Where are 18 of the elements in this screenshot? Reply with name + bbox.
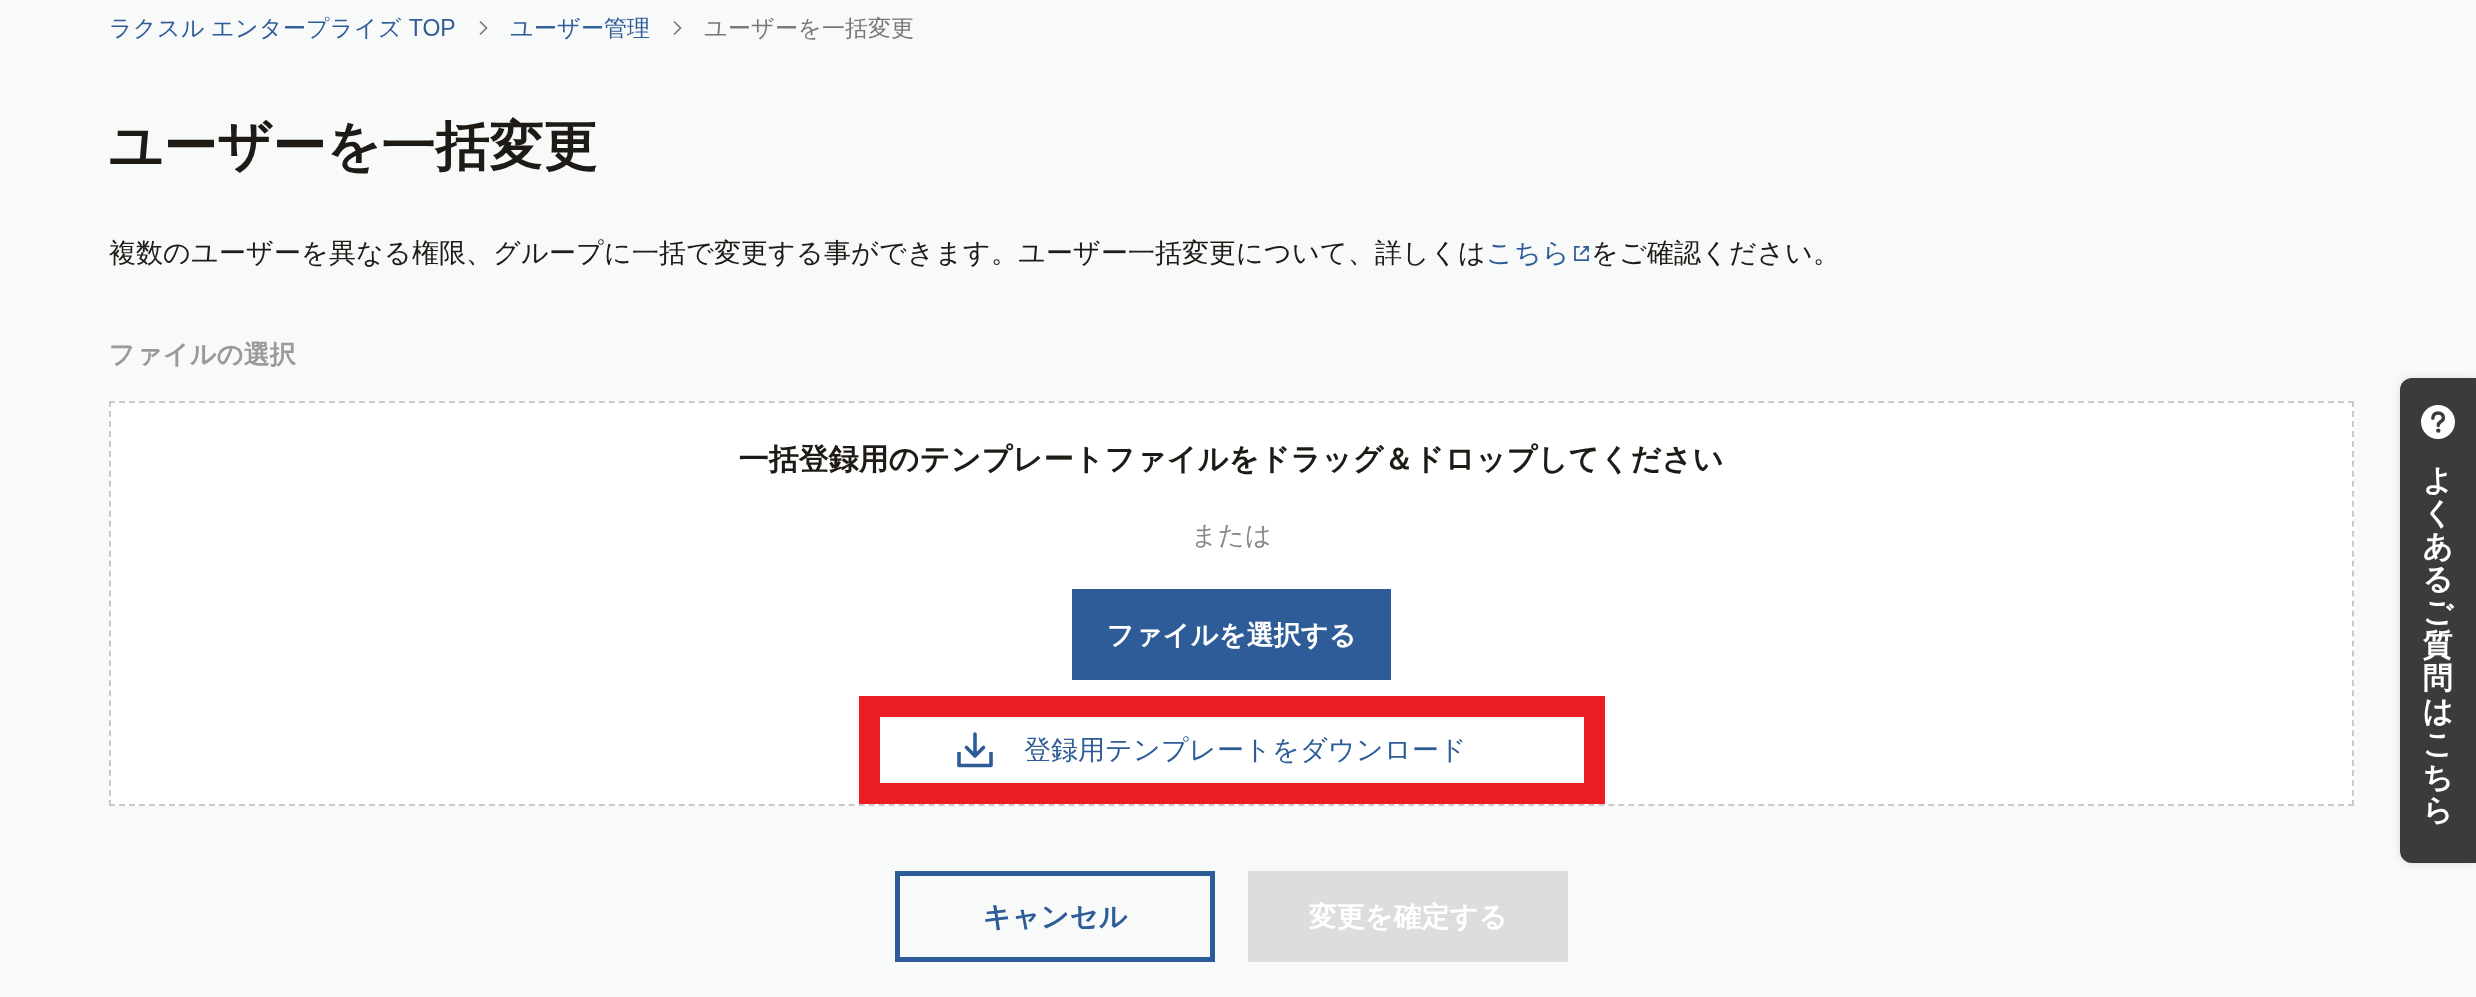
separator-text: または [1191,519,1272,552]
chevron-right-icon [477,20,488,36]
select-file-button[interactable]: ファイルを選択する [1072,589,1391,680]
breadcrumb-current-page: ユーザーを一括変更 [703,14,914,43]
faq-tab[interactable]: よくあるご質問はこちら [2400,378,2476,863]
help-link[interactable]: こちら [1486,233,1591,273]
description-text: 複数のユーザーを異なる権限、グループに一括で変更する事ができます。ユーザー一括変更について、詳しくは こちら をご確認ください。 [109,233,2354,273]
breadcrumb-link[interactable]: ユーザー管理 [509,12,650,44]
page-title: ユーザーを一括変更 [109,114,599,177]
external-link-icon [1572,243,1591,263]
file-drop-zone[interactable]: 一括登録用のテンプレートファイルをドラッグ＆ドロップしてください または ファイルを選択する 登録用テンプレートをダウンロード [109,401,2354,806]
chevron-right-icon [671,20,682,36]
cancel-button[interactable]: キャンセル [895,871,1215,962]
drop-zone-heading: 一括登録用のテンプレートファイルをドラッグ＆ドロップしてください [739,441,1724,477]
section-label: ファイルの選択 [109,338,297,371]
download-icon [956,731,994,769]
breadcrumb-link[interactable]: ラクスル エンタープライズ TOP [109,12,456,44]
question-icon [2421,405,2455,439]
